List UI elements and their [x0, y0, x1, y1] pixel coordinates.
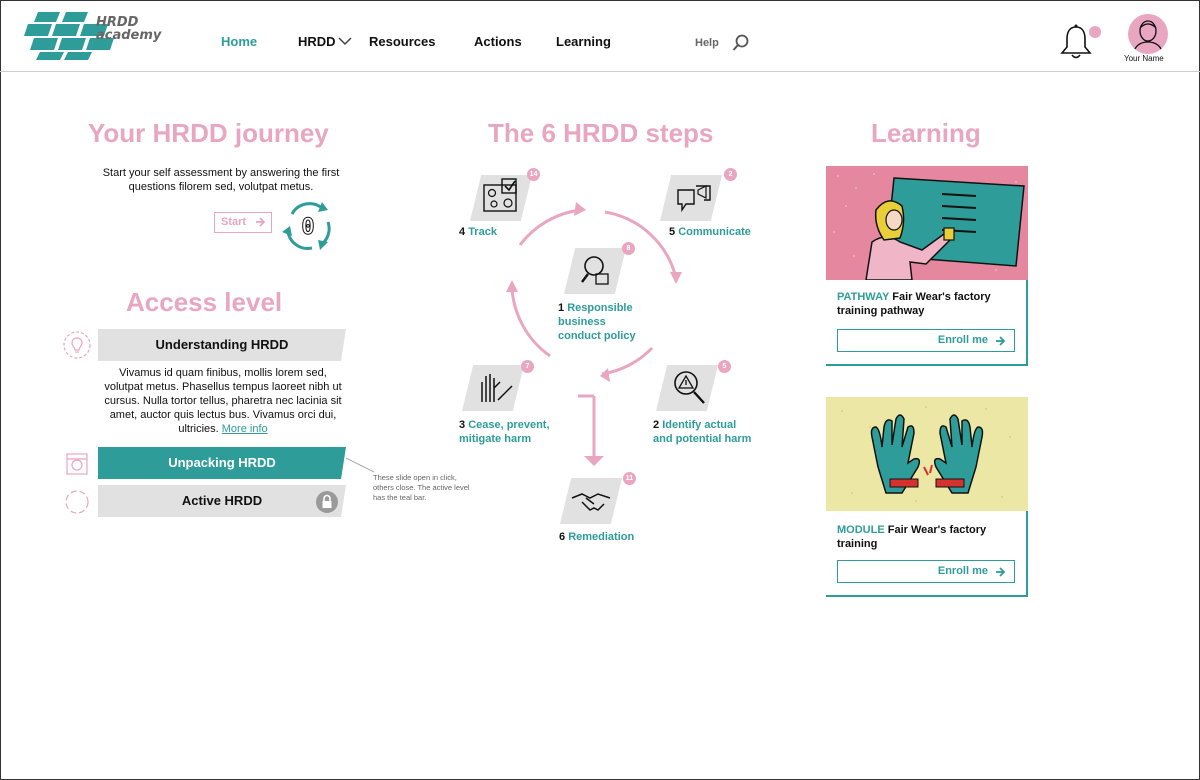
handshake-icon [571, 493, 611, 511]
step-6-title: Remediation [568, 531, 635, 543]
step-6-label[interactable]: 6 Remediation [559, 530, 649, 544]
module-enroll-button[interactable]: Enroll me [837, 560, 1015, 583]
nav-resources[interactable]: Resources [369, 34, 435, 49]
step-6-number: 6 [559, 531, 566, 543]
cycle-outline-icon [65, 490, 89, 514]
teacher-illustration [826, 166, 1028, 280]
notification-badge [1089, 26, 1101, 38]
logo-line-2: academy [96, 28, 162, 43]
magnifier-warning-icon [674, 371, 705, 404]
steps-heading: The 6 HRDD steps [488, 118, 714, 148]
start-button[interactable]: Start [214, 212, 272, 233]
journey-heading: Your HRDD journey [88, 118, 329, 148]
learning-heading: Learning [871, 118, 981, 148]
step-5-title: Communicate [678, 226, 751, 238]
level-description: Vivamus id quam finibus, mollis lorem se… [104, 366, 342, 436]
step-5-number: 5 [669, 226, 676, 238]
module-card-title: MODULE Fair Wear's factory training [837, 523, 1017, 551]
step-5-label[interactable]: 5 Communicate [669, 225, 759, 239]
learning-card-module: MODULE Fair Wear's factory training Enro… [826, 397, 1028, 597]
level-understanding-hrdd[interactable]: Understanding HRDD [98, 329, 346, 361]
level-active-hrdd[interactable]: Active HRDD [98, 485, 346, 517]
step-1-number: 1 [558, 302, 565, 314]
step-3-number: 3 [459, 419, 466, 431]
step-1-badge: 8 [622, 242, 635, 255]
progress-counter: 0 [301, 215, 314, 240]
logo-wordmark: HRDD academy [96, 16, 161, 42]
nav-hrdd[interactable]: HRDD [298, 34, 336, 49]
arrow-right-icon [996, 336, 1006, 346]
magnifier-document-icon [581, 256, 609, 285]
step-4-number: 4 [459, 226, 466, 238]
step-3-label[interactable]: 3 Cease, prevent, mitigate harm [459, 418, 554, 446]
arrow-right-icon [996, 567, 1006, 577]
search-icon[interactable] [732, 34, 750, 52]
user-silhouette-icon [1132, 20, 1164, 54]
step-1-title: Responsible business conduct policy [558, 302, 636, 342]
more-info-link[interactable]: More info [222, 423, 268, 435]
padlock-glyph-icon [322, 494, 332, 508]
module-enroll-label: Enroll me [937, 565, 988, 577]
lock-icon [316, 491, 338, 513]
nav-home[interactable]: Home [221, 34, 257, 49]
start-button-label: Start [221, 216, 247, 228]
learning-card-pathway: PATHWAY Fair Wear's factory training pat… [826, 166, 1028, 366]
step-4-title: Track [468, 226, 497, 238]
progress-cycle-icon: 0 [282, 202, 331, 250]
journey-description: Start your self assessment by answering … [102, 167, 340, 193]
top-navigation-bar: HRDD academy Home HRDD Resources Actions… [0, 0, 1200, 72]
annotation-connector [346, 457, 375, 473]
step-3-title: Cease, prevent, mitigate harm [459, 419, 550, 445]
step-4-badge: 14 [527, 168, 540, 181]
step-2-number: 2 [653, 419, 660, 431]
checklist-icon [483, 178, 517, 212]
bell-icon[interactable] [1058, 22, 1094, 62]
step-4-label[interactable]: 4 Track [459, 225, 539, 239]
step-1-label[interactable]: 1 Responsible business conduct policy [558, 301, 648, 343]
broken-chain-hands-illustration [826, 397, 1028, 511]
pathway-card-tag: PATHWAY [837, 291, 890, 303]
megaphone-icon [677, 185, 711, 213]
stop-hand-icon [481, 374, 513, 402]
module-card-tag: MODULE [837, 524, 885, 536]
nav-actions[interactable]: Actions [474, 34, 522, 49]
step-6-badge: 11 [623, 472, 636, 485]
step-2-title: Identify actual and potential harm [653, 419, 752, 445]
level-unpacking-hrdd[interactable]: Unpacking HRDD [98, 447, 346, 479]
user-avatar[interactable] [1128, 14, 1168, 54]
access-level-heading: Access level [126, 287, 283, 317]
chevron-down-icon[interactable] [338, 37, 352, 46]
nav-learning[interactable]: Learning [556, 34, 611, 49]
arrow-right-icon [256, 217, 266, 227]
pathway-enroll-label: Enroll me [937, 334, 988, 346]
lightbulb-icon [63, 331, 91, 359]
step-5-badge: 2 [724, 168, 737, 181]
pathway-card-title: PATHWAY Fair Wear's factory training pat… [837, 290, 1017, 318]
pathway-enroll-button[interactable]: Enroll me [837, 329, 1015, 352]
step-2-badge: 5 [718, 360, 731, 373]
user-name-label: Your Name [1124, 54, 1164, 63]
toolbox-icon [66, 453, 88, 475]
step-2-label[interactable]: 2 Identify actual and potential harm [653, 418, 758, 446]
step-3-badge: 7 [521, 360, 534, 373]
help-link[interactable]: Help [695, 37, 719, 49]
